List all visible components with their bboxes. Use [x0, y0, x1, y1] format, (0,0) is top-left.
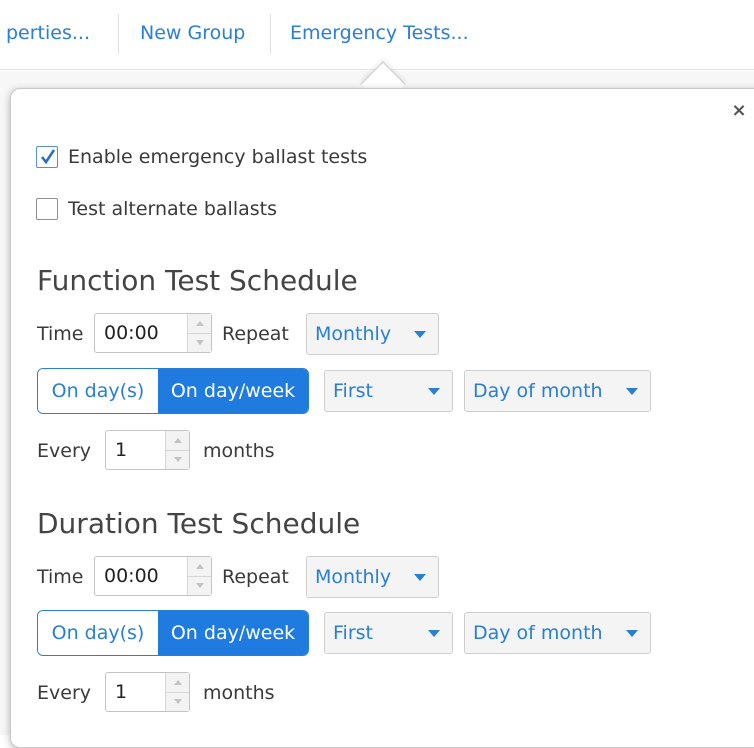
- duration-day-value: Day of month: [473, 622, 603, 644]
- function-every-unit: months: [203, 440, 275, 462]
- duration-on-days-option[interactable]: On day(s): [38, 611, 158, 655]
- duration-every-spinner[interactable]: 1: [105, 672, 190, 712]
- toolbar-new-group-link[interactable]: New Group: [140, 22, 245, 44]
- duration-time-label: Time: [37, 566, 84, 588]
- function-time-spinner[interactable]: 00:00: [94, 313, 212, 353]
- toolbar-separator: [118, 14, 119, 54]
- function-time-stepper: [187, 314, 211, 352]
- function-time-label: Time: [37, 323, 84, 345]
- spinner-down-icon[interactable]: [166, 449, 189, 469]
- chevron-down-icon: [626, 629, 638, 637]
- duration-time-spinner[interactable]: 00:00: [94, 556, 212, 596]
- function-time-value[interactable]: 00:00: [95, 314, 187, 352]
- function-on-day-week-option[interactable]: On day/week: [158, 369, 308, 413]
- spinner-down-icon[interactable]: [188, 332, 211, 352]
- function-day-dropdown[interactable]: Day of month: [464, 370, 651, 412]
- toolbar-separator: [270, 14, 271, 54]
- duration-every-label: Every: [37, 682, 91, 704]
- function-repeat-label: Repeat: [222, 323, 289, 345]
- duration-time-value[interactable]: 00:00: [95, 557, 187, 595]
- toolbar-properties-link[interactable]: perties...: [6, 22, 90, 44]
- spinner-up-icon[interactable]: [166, 673, 189, 692]
- duration-repeat-dropdown[interactable]: Monthly: [306, 556, 439, 598]
- enable-tests-row[interactable]: Enable emergency ballast tests: [36, 146, 367, 168]
- chevron-down-icon: [428, 629, 440, 637]
- spinner-up-icon[interactable]: [188, 557, 211, 576]
- toolbar-emergency-tests-link[interactable]: Emergency Tests...: [290, 22, 469, 44]
- chevron-down-icon: [414, 330, 426, 338]
- function-on-days-option[interactable]: On day(s): [38, 369, 158, 413]
- checkmark-icon: [40, 149, 56, 165]
- toolbar: perties... New Group Emergency Tests...: [0, 0, 754, 70]
- alternate-ballasts-row[interactable]: Test alternate ballasts: [36, 198, 277, 220]
- duration-repeat-value: Monthly: [315, 566, 392, 588]
- function-repeat-dropdown[interactable]: Monthly: [306, 313, 439, 355]
- function-every-label: Every: [37, 440, 91, 462]
- duration-on-day-week-option[interactable]: On day/week: [158, 611, 308, 655]
- duration-repeat-label: Repeat: [222, 566, 289, 588]
- chevron-down-icon: [428, 387, 440, 395]
- chevron-down-icon: [414, 573, 426, 581]
- enable-tests-label: Enable emergency ballast tests: [68, 146, 368, 168]
- chevron-down-icon: [626, 387, 638, 395]
- function-week-dropdown[interactable]: First: [324, 370, 453, 412]
- close-icon[interactable]: ×: [730, 102, 748, 120]
- enable-tests-checkbox[interactable]: [36, 146, 58, 168]
- duration-schedule-title: Duration Test Schedule: [37, 507, 361, 540]
- alternate-ballasts-checkbox[interactable]: [36, 198, 58, 220]
- function-every-stepper: [165, 431, 189, 469]
- duration-day-mode-toggle[interactable]: On day(s) On day/week: [37, 610, 309, 656]
- function-day-value: Day of month: [473, 380, 603, 402]
- function-day-mode-toggle[interactable]: On day(s) On day/week: [37, 368, 309, 414]
- duration-time-stepper: [187, 557, 211, 595]
- duration-every-unit: months: [203, 682, 275, 704]
- duration-week-dropdown[interactable]: First: [324, 612, 453, 654]
- duration-week-value: First: [333, 622, 373, 644]
- spinner-up-icon[interactable]: [188, 314, 211, 333]
- function-repeat-value: Monthly: [315, 323, 392, 345]
- function-every-value[interactable]: 1: [106, 431, 165, 469]
- function-schedule-title: Function Test Schedule: [37, 264, 358, 297]
- spinner-down-icon[interactable]: [188, 575, 211, 595]
- function-week-value: First: [333, 380, 373, 402]
- duration-every-value[interactable]: 1: [106, 673, 165, 711]
- alternate-ballasts-label: Test alternate ballasts: [68, 198, 278, 220]
- spinner-up-icon[interactable]: [166, 431, 189, 450]
- spinner-down-icon[interactable]: [166, 691, 189, 711]
- function-every-spinner[interactable]: 1: [105, 430, 190, 470]
- duration-every-stepper: [165, 673, 189, 711]
- duration-day-dropdown[interactable]: Day of month: [464, 612, 651, 654]
